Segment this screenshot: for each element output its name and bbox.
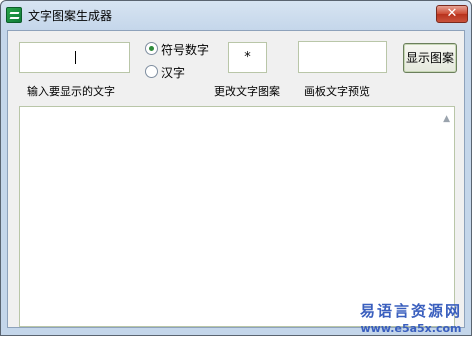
preview-input[interactable] <box>298 41 387 73</box>
watermark: 易语言资源网 www.e5a5x.com <box>360 300 462 335</box>
watermark-title: 易语言资源网 <box>360 302 463 320</box>
radio-symbol-number-label[interactable]: 符号数字 <box>161 41 209 58</box>
canvas-preview-label: 画板文字预览 <box>304 85 370 98</box>
text-caret <box>75 51 76 64</box>
symbol-input[interactable]: * <box>228 42 267 73</box>
close-button[interactable]: ✕ <box>436 5 468 23</box>
symbol-value: * <box>244 50 251 65</box>
title-bar[interactable]: 文字图案生成器 ✕ <box>1 1 473 29</box>
radio-chinese-label[interactable]: 汉字 <box>161 64 185 81</box>
show-pattern-button[interactable]: 显示图案 <box>403 43 457 73</box>
text-input[interactable] <box>19 42 130 73</box>
watermark-url: www.e5a5x.com <box>360 322 462 335</box>
radio-chinese[interactable] <box>145 65 158 78</box>
input-text-label: 输入要显示的文字 <box>27 85 115 98</box>
scroll-up-icon[interactable]: ▲ <box>443 114 450 124</box>
radio-symbol-number[interactable] <box>145 42 158 55</box>
window-title: 文字图案生成器 <box>28 9 113 23</box>
app-icon <box>6 7 22 23</box>
change-pattern-label: 更改文字图案 <box>214 85 280 98</box>
close-icon: ✕ <box>446 6 458 21</box>
output-textarea[interactable]: ▲ <box>19 106 455 327</box>
